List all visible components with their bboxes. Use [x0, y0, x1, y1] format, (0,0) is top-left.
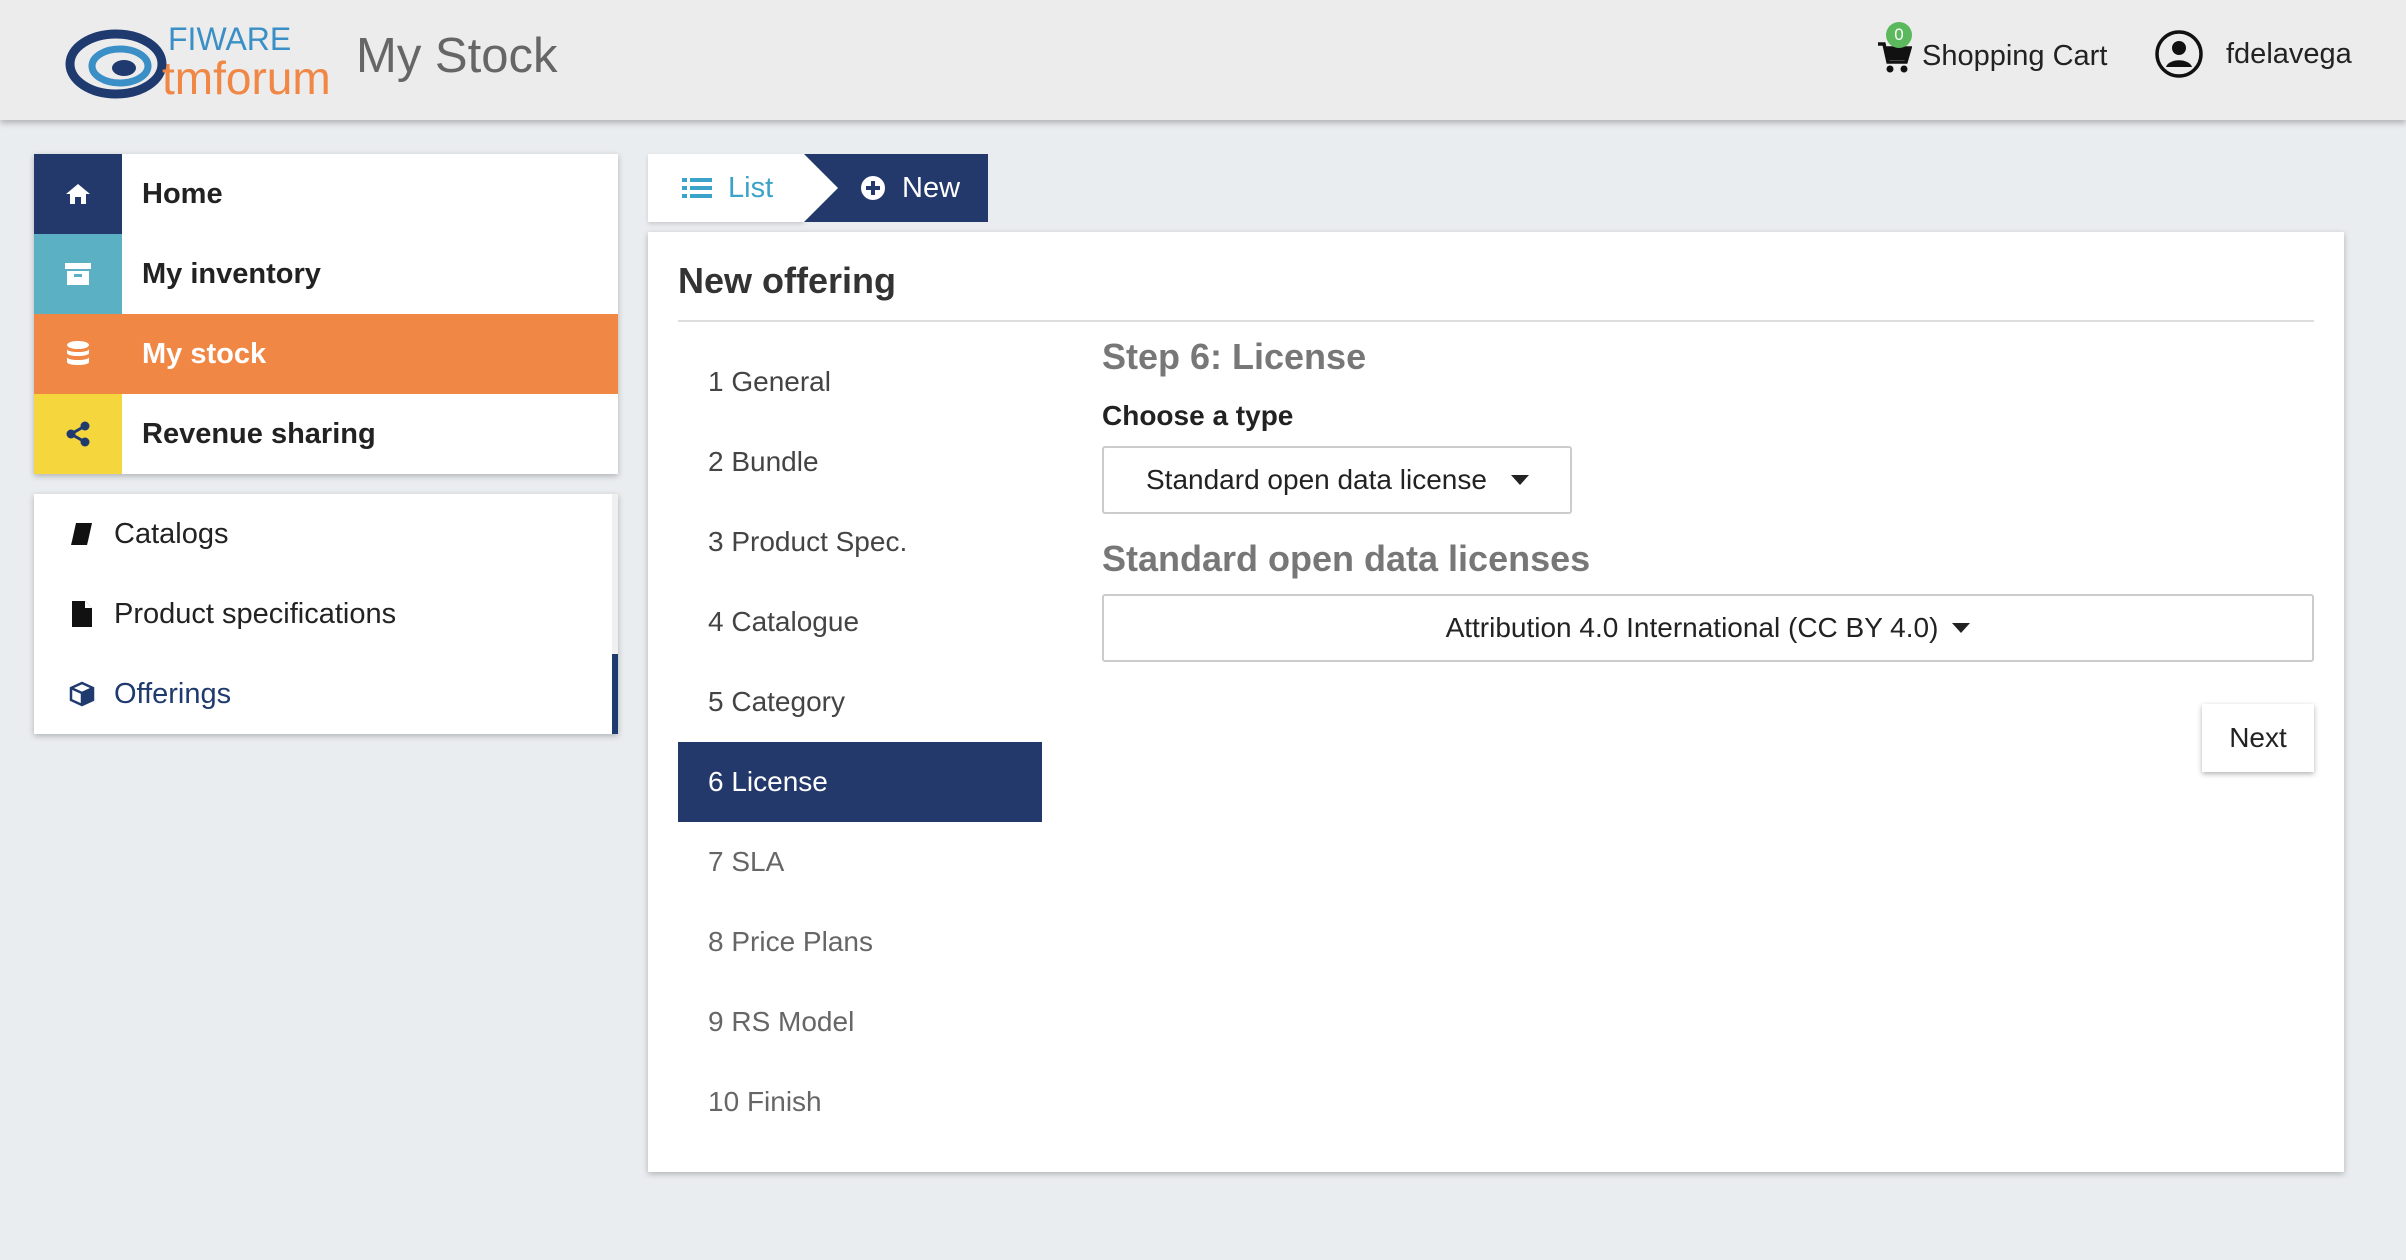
- licenses-section-title: Standard open data licenses: [1102, 538, 1591, 579]
- license-dropdown[interactable]: Attribution 4.0 International (CC BY 4.0…: [1102, 594, 2314, 662]
- nav-item-home[interactable]: Home: [34, 154, 618, 234]
- cube-icon: [68, 679, 96, 709]
- wizard-step-general[interactable]: 1 General: [678, 342, 1042, 422]
- wizard-steps: 1 General 2 Bundle 3 Product Spec. 4 Cat…: [678, 342, 1042, 1142]
- wizard-step-finish[interactable]: 10 Finish: [678, 1062, 1042, 1142]
- choose-type-label: Choose a type: [1102, 400, 1294, 431]
- wizard-step-catalogue[interactable]: 4 Catalogue: [678, 582, 1042, 662]
- license-type-value: Standard open data license: [1146, 464, 1487, 495]
- svg-text:tmforum: tmforum: [162, 52, 331, 104]
- panel-title: New offering: [678, 260, 897, 301]
- subnav-scroll-thumb[interactable]: [612, 654, 618, 734]
- subnav-item-offerings[interactable]: Offerings: [34, 654, 618, 734]
- database-icon: [34, 314, 122, 394]
- home-icon: [34, 154, 122, 234]
- wizard-step-price-plans[interactable]: 8 Price Plans: [678, 902, 1042, 982]
- step-content: Step 6: License Choose a type Standard o…: [1102, 336, 2314, 662]
- book-icon: [68, 519, 96, 549]
- breadcrumb-new-tab[interactable]: New: [804, 154, 988, 222]
- wizard-step-category[interactable]: 5 Category: [678, 662, 1042, 742]
- app-title: My Stock: [356, 29, 558, 83]
- subnav-item-label: Catalogs: [114, 517, 229, 550]
- license-value: Attribution 4.0 International (CC BY 4.0…: [1445, 612, 1939, 643]
- step-title: Step 6: License: [1102, 336, 1367, 377]
- subnav-item-label: Product specifications: [114, 597, 397, 630]
- breadcrumb: List New: [648, 154, 988, 222]
- shopping-cart-link[interactable]: 0 Shopping Cart: [1876, 22, 2108, 82]
- breadcrumb-new-label: New: [902, 171, 961, 204]
- user-circle-icon: [2155, 30, 2203, 78]
- wizard-step-rs-model[interactable]: 9 RS Model: [678, 982, 1042, 1062]
- nav-item-my-inventory[interactable]: My inventory: [34, 234, 618, 314]
- list-icon: [682, 178, 712, 198]
- wizard-step-product-spec[interactable]: 3 Product Spec.: [678, 502, 1042, 582]
- main-nav: Home My inventory My stock Revenue shari…: [34, 154, 618, 474]
- breadcrumb-list-label: List: [728, 171, 774, 204]
- nav-item-label: Home: [142, 177, 223, 210]
- plus-circle-icon: [861, 176, 885, 200]
- next-button[interactable]: Next: [2202, 704, 2314, 772]
- cart-icon: 0: [1876, 22, 1913, 74]
- cart-label: Shopping Cart: [1922, 39, 2108, 72]
- caret-down-icon: [1510, 475, 1529, 485]
- cart-count-badge: 0: [1886, 22, 1912, 48]
- fiware-tmforum-logo[interactable]: FIWARE tmforum: [64, 14, 344, 104]
- top-bar: FIWARE tmforum My Stock 0 Shopping Cart …: [0, 0, 2406, 120]
- wizard-step-bundle[interactable]: 2 Bundle: [678, 422, 1042, 502]
- subnav-item-label: Offerings: [114, 677, 232, 710]
- license-type-dropdown[interactable]: Standard open data license: [1102, 446, 1572, 514]
- user-menu[interactable]: fdelavega: [2154, 28, 2352, 80]
- sub-nav: Catalogs Product specifications Offering…: [34, 494, 618, 734]
- divider: [678, 320, 2314, 322]
- archive-icon: [34, 234, 122, 314]
- wizard-step-sla[interactable]: 7 SLA: [678, 822, 1042, 902]
- username: fdelavega: [2226, 37, 2352, 70]
- subnav-item-catalogs[interactable]: Catalogs: [34, 494, 618, 574]
- nav-item-label: My inventory: [142, 257, 321, 290]
- subnav-scrollbar[interactable]: [612, 494, 618, 734]
- share-icon: [34, 394, 122, 474]
- nav-item-revenue-sharing[interactable]: Revenue sharing: [34, 394, 618, 474]
- breadcrumb-list-tab[interactable]: List: [648, 154, 804, 222]
- new-offering-panel: New offering 1 General 2 Bundle 3 Produc…: [648, 232, 2344, 1172]
- file-icon: [68, 599, 96, 629]
- wizard-step-license[interactable]: 6 License: [678, 742, 1042, 822]
- caret-down-icon: [1952, 623, 1971, 633]
- nav-item-label: My stock: [142, 337, 267, 370]
- nav-item-my-stock[interactable]: My stock: [34, 314, 618, 394]
- subnav-item-product-specifications[interactable]: Product specifications: [34, 574, 618, 654]
- nav-item-label: Revenue sharing: [142, 417, 376, 450]
